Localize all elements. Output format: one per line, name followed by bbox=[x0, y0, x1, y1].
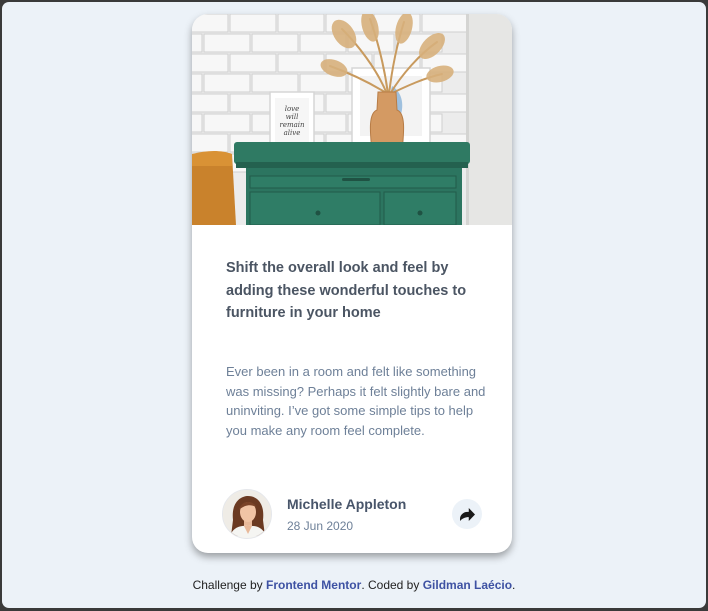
svg-text:will: will bbox=[286, 113, 299, 121]
attribution: Challenge by Frontend Mentor. Coded by G… bbox=[2, 578, 706, 592]
attribution-suffix: . bbox=[512, 578, 516, 592]
article-description: Ever been in a room and felt like someth… bbox=[226, 364, 486, 438]
article-title: Shift the overall look and feel by addin… bbox=[226, 260, 467, 321]
svg-text:alive: alive bbox=[284, 129, 301, 137]
attribution-prefix: Challenge by bbox=[192, 578, 266, 592]
author-name: Michelle Appleton bbox=[287, 496, 407, 512]
share-arrow-icon bbox=[459, 507, 475, 521]
svg-text:remain: remain bbox=[279, 121, 305, 129]
author-link[interactable]: Gildman Laécio bbox=[423, 578, 512, 592]
svg-text:love: love bbox=[285, 105, 300, 113]
hero-image: love will remain alive bbox=[192, 14, 512, 225]
share-button[interactable] bbox=[452, 499, 482, 529]
attribution-middle: . Coded by bbox=[361, 578, 423, 592]
post-date: 28 Jun 2020 bbox=[287, 519, 354, 533]
frontend-mentor-link[interactable]: Frontend Mentor bbox=[266, 578, 361, 592]
author-avatar bbox=[222, 489, 272, 539]
drawers-illustration: love will remain alive bbox=[192, 14, 512, 225]
page-viewport: love will remain alive Shift the overall… bbox=[2, 2, 706, 608]
article-card: love will remain alive Shift the overall… bbox=[192, 14, 512, 553]
